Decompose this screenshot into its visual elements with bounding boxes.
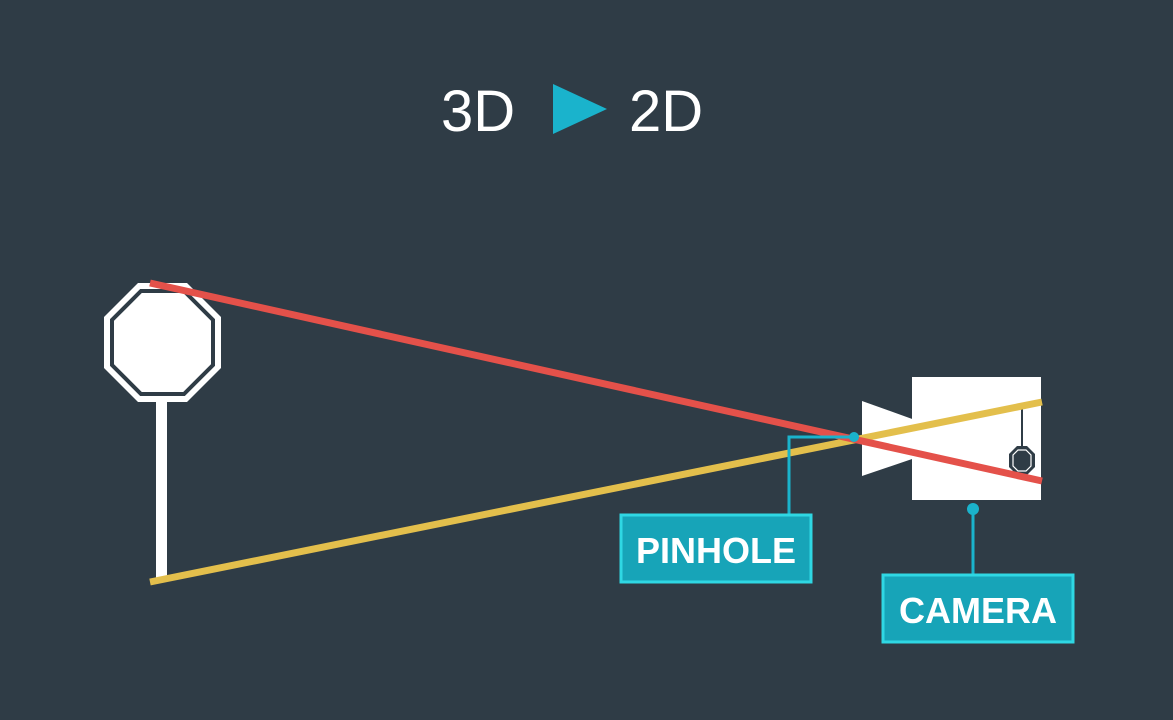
title-to-label: 2D [629, 79, 703, 144]
play-triangle-icon [553, 84, 607, 134]
pinhole-label: PINHOLE [636, 530, 796, 571]
stop-sign-post [156, 392, 167, 581]
camera-label: CAMERA [899, 590, 1057, 631]
pinhole-camera-diagram: 3D 2D PINHOLE CAMERA [104, 79, 1075, 644]
stop-sign-icon [104, 283, 221, 581]
stop-sign-outer [104, 283, 221, 402]
pinhole-callout: PINHOLE [619, 432, 859, 584]
top-ray-line [149, 279, 1043, 485]
title-from-label: 3D [441, 79, 515, 144]
diagram-stage: 3D 2D PINHOLE CAMERA [0, 0, 1173, 720]
bottom-ray-line [149, 398, 1043, 586]
camera-icon [862, 377, 1041, 500]
camera-callout: CAMERA [881, 503, 1075, 644]
